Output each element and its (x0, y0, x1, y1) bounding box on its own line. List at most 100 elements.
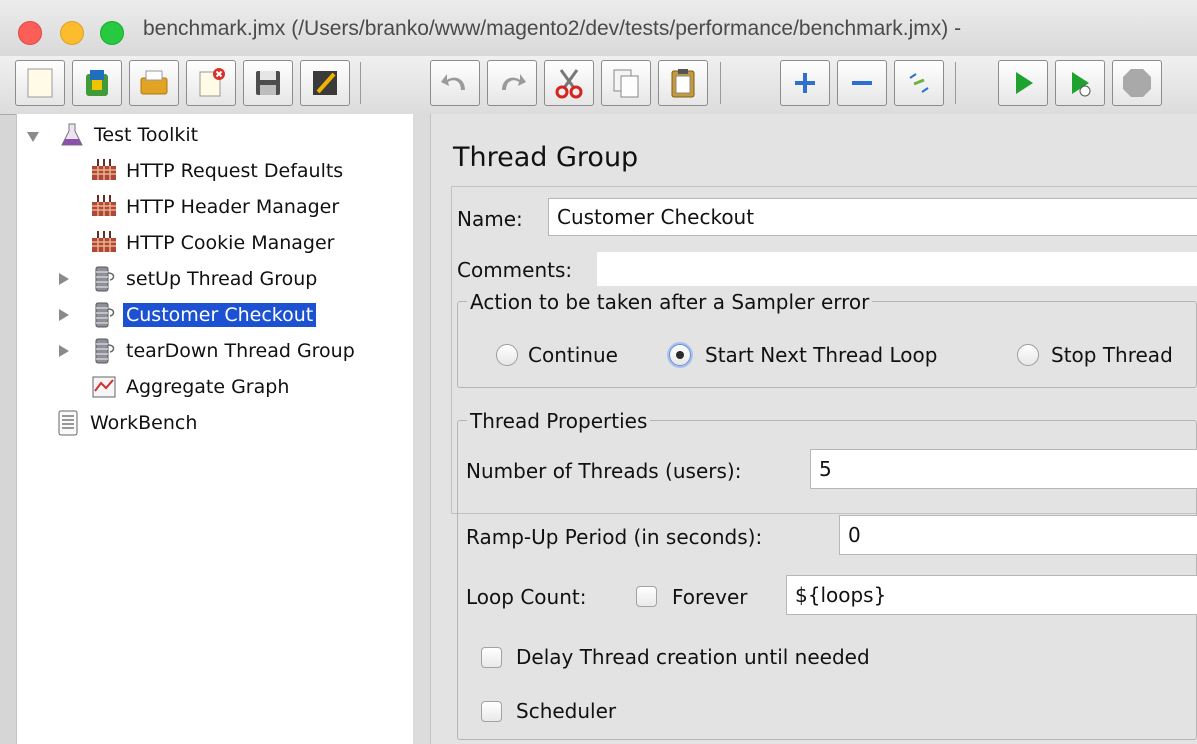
close-file-button[interactable] (186, 60, 236, 106)
cut-button[interactable] (544, 60, 594, 106)
open-button[interactable] (129, 60, 179, 106)
tree-item-label: Customer Checkout (123, 303, 317, 327)
test-plan-tree: Test Toolkit HTTP Request Defaults HTTP … (16, 114, 414, 744)
rampup-label: Ramp-Up Period (in seconds): (466, 525, 763, 549)
save-button[interactable] (243, 60, 293, 106)
expand-icon (795, 73, 815, 93)
tree-item-workbench[interactable]: WorkBench (53, 408, 200, 438)
save-as-button[interactable] (300, 60, 350, 106)
tree-item-setup-thread-group[interactable]: setUp Thread Group (59, 264, 320, 294)
tree-item-aggregate-graph[interactable]: Aggregate Graph (89, 372, 292, 402)
collapse-all-button[interactable] (837, 60, 887, 106)
comments-label: Comments: (457, 258, 573, 282)
thread-group-icon (95, 266, 115, 292)
redo-icon (502, 74, 526, 90)
tree-item-label: HTTP Cookie Manager (126, 232, 335, 254)
undo-button[interactable] (430, 60, 480, 106)
flask-icon (61, 123, 83, 146)
tree-item-label: setUp Thread Group (126, 268, 318, 290)
forever-checkbox[interactable] (636, 586, 657, 607)
paste-icon (671, 69, 695, 98)
copy-icon (613, 69, 639, 98)
scheduler-checkbox[interactable] (481, 701, 502, 722)
tree-item-label: WorkBench (90, 412, 198, 434)
close-icon (199, 68, 225, 97)
tree-item-label: HTTP Header Manager (126, 196, 340, 218)
tree-item-label: tearDown Thread Group (126, 340, 355, 362)
toggle-button[interactable] (894, 60, 944, 106)
toggle-icon (909, 73, 929, 93)
cut-icon (555, 69, 583, 99)
start-next-thread-loop-label: Start Next Thread Loop (705, 343, 938, 367)
graph-icon (92, 376, 116, 398)
expand-arrow-icon[interactable] (59, 309, 69, 321)
panel-splitter[interactable] (413, 114, 431, 744)
threads-label: Number of Threads (users): (466, 459, 742, 483)
window-close-button[interactable] (18, 21, 42, 45)
workbench-icon (58, 410, 78, 436)
toolbar-separator (360, 62, 361, 104)
scheduler-label: Scheduler (516, 699, 617, 723)
stop-icon (1123, 69, 1151, 97)
page-title: Thread Group (453, 142, 639, 173)
paste-button[interactable] (658, 60, 708, 106)
stop-thread-radio[interactable] (1017, 344, 1039, 366)
new-button[interactable] (15, 60, 65, 106)
thread-group-panel: Thread Group Name: Customer Checkout Com… (431, 114, 1197, 744)
save-icon (256, 71, 280, 95)
tree-item-label: Test Toolkit (94, 124, 199, 146)
comments-field[interactable] (597, 252, 1197, 286)
expand-all-button[interactable] (780, 60, 830, 106)
thread-group-icon (95, 338, 115, 364)
config-element-icon (92, 159, 116, 180)
start-button[interactable] (998, 60, 1048, 106)
loop-count-label: Loop Count: (466, 585, 587, 609)
toolbar-separator (955, 62, 956, 104)
new-icon (27, 68, 53, 98)
start-no-pause-icon (1072, 72, 1091, 97)
sampler-error-legend: Action to be taken after a Sampler error (467, 290, 873, 314)
name-field[interactable]: Customer Checkout (548, 198, 1197, 236)
delay-thread-creation-checkbox[interactable] (481, 647, 502, 668)
stop-button[interactable] (1112, 60, 1162, 106)
title-bar: benchmark.jmx (/Users/branko/www/magento… (0, 0, 1197, 57)
rampup-field[interactable]: 0 (839, 515, 1197, 555)
tree-item-teardown-thread-group[interactable]: tearDown Thread Group (59, 336, 358, 366)
window-title: benchmark.jmx (/Users/branko/www/magento… (143, 17, 962, 40)
tree-item-http-request-defaults[interactable]: HTTP Request Defaults (89, 156, 346, 186)
templates-icon (86, 70, 108, 96)
tree-item-label: Aggregate Graph (126, 376, 290, 398)
thread-group-icon (95, 302, 115, 328)
window-minimize-button[interactable] (60, 21, 84, 45)
expand-arrow-icon[interactable] (27, 132, 39, 142)
delay-thread-creation-label: Delay Thread creation until needed (516, 645, 870, 669)
stop-thread-label: Stop Thread (1051, 343, 1173, 367)
window-zoom-button[interactable] (100, 21, 124, 45)
continue-radio[interactable] (496, 344, 518, 366)
thread-properties-legend: Thread Properties (467, 409, 651, 433)
open-icon (140, 70, 168, 95)
tree-item-test-toolkit[interactable]: Test Toolkit (27, 120, 201, 150)
start-icon (1016, 72, 1033, 94)
continue-label: Continue (528, 343, 618, 367)
threads-field[interactable]: 5 (810, 449, 1197, 489)
name-label: Name: (457, 207, 523, 231)
expand-arrow-icon[interactable] (59, 273, 69, 285)
templates-button[interactable] (72, 60, 122, 106)
start-no-pauses-button[interactable] (1055, 60, 1105, 106)
start-next-thread-loop-radio[interactable] (669, 344, 691, 366)
loop-count-field[interactable]: ${loops} (786, 575, 1197, 615)
toolbar (0, 56, 1197, 115)
undo-icon (441, 74, 465, 90)
expand-arrow-icon[interactable] (59, 345, 69, 357)
tree-item-http-header-manager[interactable]: HTTP Header Manager (89, 192, 342, 222)
tree-item-http-cookie-manager[interactable]: HTTP Cookie Manager (89, 228, 337, 258)
redo-button[interactable] (487, 60, 537, 106)
copy-button[interactable] (601, 60, 651, 106)
tree-item-label: HTTP Request Defaults (126, 160, 344, 182)
config-element-icon (92, 195, 116, 216)
config-element-icon (92, 231, 116, 252)
tree-item-customer-checkout[interactable]: Customer Checkout (59, 300, 317, 330)
forever-label: Forever (672, 585, 748, 609)
collapse-icon (852, 81, 872, 85)
